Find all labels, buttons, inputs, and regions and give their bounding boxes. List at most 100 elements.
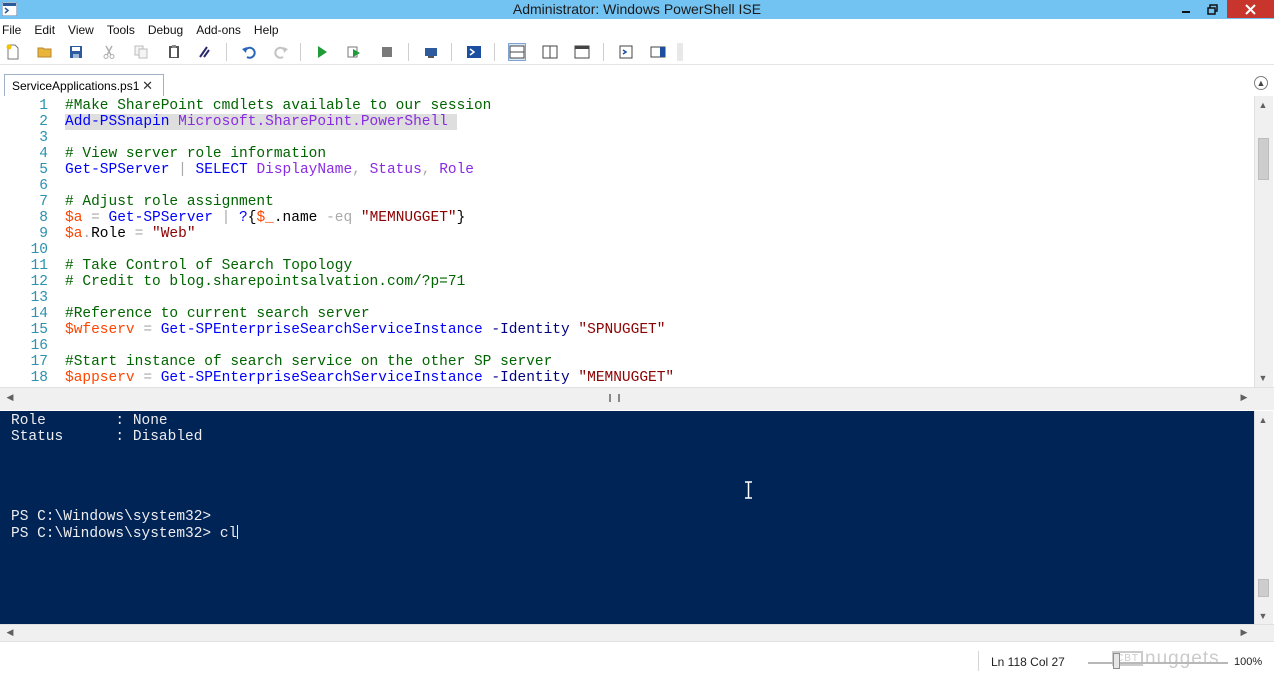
minimize-button[interactable]: [1172, 0, 1199, 18]
code-line: #Make SharePoint cmdlets available to ou…: [65, 98, 674, 114]
copy-icon: [134, 45, 148, 59]
script-editor[interactable]: 1 2 3 4 5 6 7 8 9 10 11 12 13 14 15 16 17 18 #Make ShareP…: [0, 96, 1254, 387]
text-caret: [237, 525, 239, 539]
scroll-left-icon[interactable]: ◀: [2, 627, 18, 638]
menu-file[interactable]: File: [2, 23, 21, 37]
line-number: 17: [30, 354, 48, 370]
show-command-window-button[interactable]: [617, 43, 635, 61]
scroll-left-icon[interactable]: ◀: [2, 392, 18, 403]
scroll-right-icon[interactable]: ▶: [1236, 392, 1252, 403]
new-remote-tab-button[interactable]: [422, 43, 440, 61]
zoom-slider-thumb[interactable]: [1113, 653, 1120, 669]
code-token: ?: [239, 210, 248, 226]
stop-icon: [382, 47, 392, 57]
scroll-up-icon[interactable]: ▲: [1255, 100, 1271, 110]
console-vertical-scrollbar[interactable]: ▲ ▼: [1254, 411, 1273, 624]
open-button[interactable]: [36, 43, 54, 61]
run-script-button[interactable]: [313, 43, 331, 61]
tab-close-icon[interactable]: ✕: [142, 78, 153, 94]
code-token: Role: [91, 226, 126, 242]
collapse-script-pane-button[interactable]: ▲: [1254, 76, 1268, 90]
toolbar-separator: [603, 43, 604, 61]
menu-view[interactable]: View: [68, 23, 94, 37]
console-horizontal-scrollbar[interactable]: ◀ ▶: [0, 624, 1274, 641]
zoom-slider-track[interactable]: [1088, 662, 1228, 664]
code-token: Add-PSSnapin: [65, 114, 170, 130]
start-powershell-button[interactable]: [465, 43, 483, 61]
editor-horizontal-scrollbar[interactable]: ◀ ▶: [0, 387, 1274, 410]
code-token: .: [82, 226, 92, 242]
scroll-up-icon[interactable]: ▲: [1255, 415, 1271, 425]
console-line: Status : Disabled: [11, 429, 203, 445]
scroll-down-icon[interactable]: ▼: [1255, 611, 1271, 621]
show-script-top-button[interactable]: [508, 43, 526, 61]
menu-addons[interactable]: Add-ons: [196, 23, 241, 37]
chevron-up-icon: ▲: [1256, 78, 1266, 88]
show-script-maximized-button[interactable]: [573, 43, 591, 61]
undo-button[interactable]: [240, 43, 258, 61]
console-prompt-line: PS C:\Windows\system32>: [11, 509, 212, 525]
paste-icon: [169, 45, 179, 58]
toolbar-grip[interactable]: [677, 43, 683, 61]
restore-icon: [1207, 3, 1218, 15]
new-file-button[interactable]: [4, 43, 22, 61]
restore-button[interactable]: [1199, 0, 1226, 18]
code-token: ,: [352, 162, 361, 178]
line-number: 10: [30, 242, 48, 258]
cut-button[interactable]: [100, 43, 118, 61]
show-script-top-icon: [509, 45, 525, 59]
code-line: $wfeserv = Get-SPEnterpriseSearchService…: [65, 322, 674, 338]
menu-help[interactable]: Help: [254, 23, 279, 37]
minimize-icon: [1181, 11, 1190, 13]
code-area[interactable]: #Make SharePoint cmdlets available to ou…: [65, 98, 674, 386]
code-token: Get-SPEnterpriseSearchServiceInstance: [160, 322, 483, 338]
code-line: #Reference to current search server: [65, 306, 674, 322]
save-button[interactable]: [67, 43, 85, 61]
console-scroll-thumb[interactable]: [1258, 579, 1269, 597]
code-token: -Identity: [491, 370, 570, 386]
clear-console-button[interactable]: [196, 43, 214, 61]
scroll-right-icon[interactable]: ▶: [1236, 627, 1252, 638]
editor-vertical-scrollbar[interactable]: ▲ ▼: [1254, 96, 1273, 387]
redo-icon: [274, 46, 288, 59]
scroll-down-icon[interactable]: ▼: [1255, 373, 1271, 383]
menu-tools[interactable]: Tools: [107, 23, 135, 37]
line-number-gutter: 1 2 3 4 5 6 7 8 9 10 11 12 13 14 15 16 17 18: [0, 98, 48, 386]
editor-scroll-thumb[interactable]: [1258, 138, 1269, 180]
code-token: -Identity: [491, 322, 570, 338]
run-selection-button[interactable]: [345, 43, 363, 61]
console-pane[interactable]: Role : None Status : Disabled PS C:\Wind…: [0, 411, 1254, 624]
redo-button[interactable]: [272, 43, 290, 61]
tab-serviceapplications[interactable]: ServiceApplications.ps1 ✕: [4, 74, 164, 96]
console-input-line[interactable]: PS C:\Windows\system32> cl: [0, 525, 1254, 542]
code-token: |: [178, 162, 187, 178]
menu-debug[interactable]: Debug: [148, 23, 183, 37]
toolbar-separator: [451, 43, 452, 61]
paste-button[interactable]: [165, 43, 183, 61]
title-bar: Administrator: Windows PowerShell ISE: [0, 0, 1274, 19]
pane-splitter-grip[interactable]: [609, 394, 620, 402]
menu-edit[interactable]: Edit: [34, 23, 55, 37]
line-number: 14: [30, 306, 48, 322]
code-token: "MEMNUGGET": [360, 210, 457, 226]
code-token: }: [456, 210, 466, 226]
copy-button[interactable]: [132, 43, 150, 61]
line-number: 4: [39, 146, 48, 162]
code-token: $a: [65, 210, 83, 226]
show-command-addon-button[interactable]: [649, 43, 667, 61]
zoom-level: 100%: [1234, 656, 1263, 668]
show-script-right-button[interactable]: [541, 43, 559, 61]
stop-button[interactable]: [378, 43, 396, 61]
close-button[interactable]: [1227, 0, 1274, 18]
